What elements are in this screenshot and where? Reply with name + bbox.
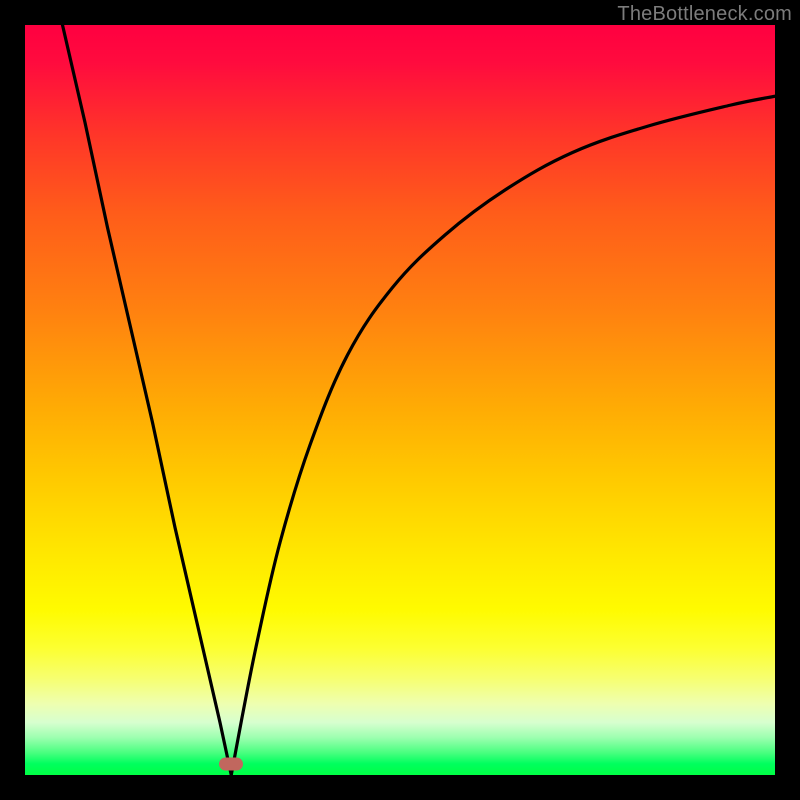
watermark-text: TheBottleneck.com: [617, 3, 792, 26]
background-gradient: [25, 25, 775, 775]
outer-frame: TheBottleneck.com: [0, 0, 800, 800]
minimum-marker-pill: [219, 757, 243, 770]
plot-area: [25, 25, 775, 775]
